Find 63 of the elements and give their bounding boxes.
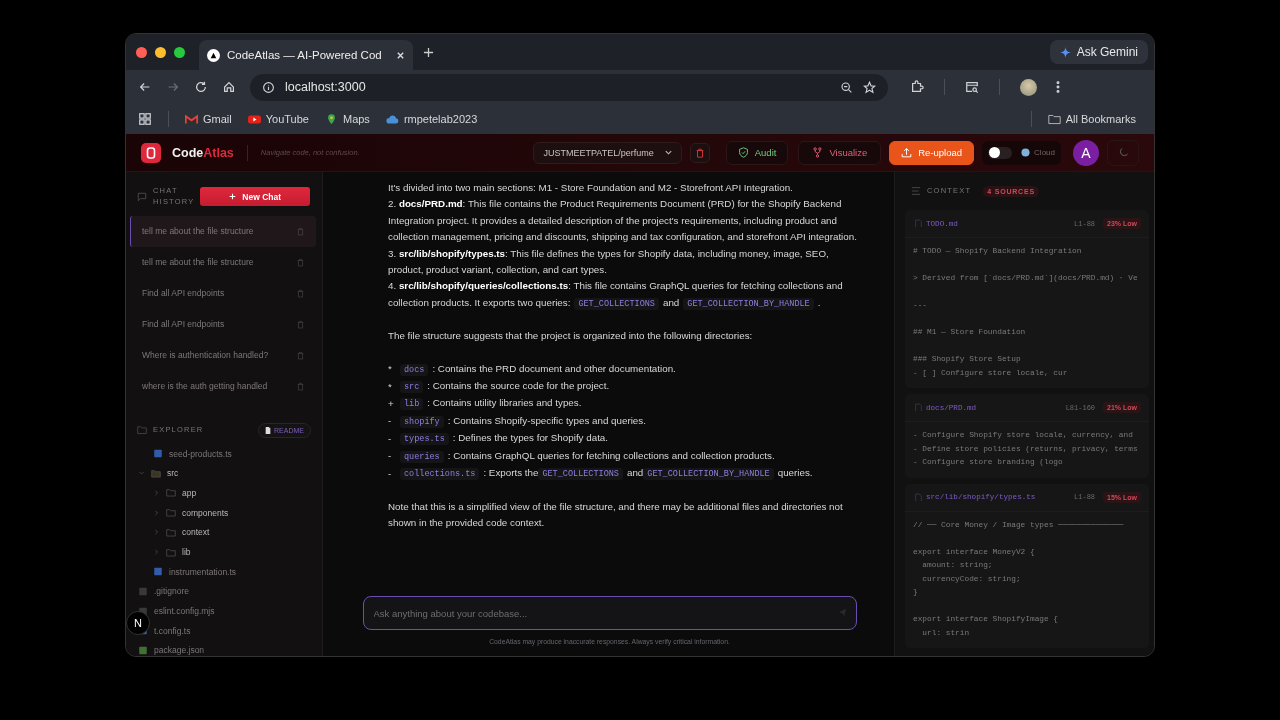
answer-text: shopify : Contains Shopify-specific types and queries.	[400, 412, 646, 431]
dev-badge[interactable]: N	[126, 611, 150, 635]
tree-item[interactable]: eslint.config.mjs	[154, 606, 215, 617]
tree-item[interactable]: src	[167, 468, 179, 479]
chat-item[interactable]: Find all API endpoints	[130, 308, 316, 340]
bookmark[interactable]: YouTube	[247, 113, 309, 125]
chat-title: where is the auth getting handled	[142, 381, 269, 392]
chat-item[interactable]: where is the auth getting handled	[130, 370, 316, 402]
chat-title: Find all API endpoints	[142, 319, 226, 330]
tree-item[interactable]: t.config.ts	[154, 625, 191, 636]
chat-item[interactable]: Where is authentication handled?	[130, 339, 316, 371]
bullet-marker: *	[388, 362, 393, 377]
url-text: localhost:3000	[285, 80, 366, 94]
chat-title: tell me about the file structure	[142, 257, 255, 268]
repo-selector[interactable]: JUSTMEETPATEL/perfume	[532, 141, 682, 164]
answer-text: src : Contains the source code for the project.	[400, 378, 610, 396]
bullet-marker: -	[388, 449, 393, 464]
bullet-marker: +	[388, 396, 395, 411]
bookmark[interactable]: rmpetelab2023	[385, 113, 478, 125]
chat-title: tell me about the file structure	[142, 226, 255, 237]
tree-item[interactable]: instrumentation.ts	[169, 566, 237, 577]
answer-text: 3. src/lib/shopify/types.ts: This file defines the types for Shopify data, including money, image, SEO, product, product variant, collection, and cart types.	[388, 246, 830, 278]
tree-item[interactable]: components	[182, 507, 229, 518]
answer-text: The file structure suggests that the project is organized into the following directories:	[388, 329, 754, 344]
bullet-marker: -	[388, 466, 393, 481]
answer-text: types.ts : Defines the types for Shopify data.	[400, 430, 609, 448]
answer-text: Note that this is a simplified view of the file structure, and there may be additional files and directories not shown in the provided code context.	[388, 499, 844, 530]
chat-input[interactable]: Ask anything about your codebase...	[362, 596, 857, 630]
answer-text: 2. docs/PRD.md: This file contains the Product Requirements Document (PRD) for the Shopify Backend Integration project. It provides a detailed description of the project's requirements, including product and collection management, pricing and discounts, shipping and tax configuration, and storefront API integration.	[388, 197, 858, 245]
brand-name: CodeAtlas	[172, 145, 234, 160]
all-bookmarks-button[interactable]: All Bookmarks	[1047, 113, 1136, 125]
answer-text: 4. src/lib/shopify/queries/collections.ts: This file contains GraphQL queries for fetching collections and collection products. It exports two queries: GET_COLLECTIONS and GET_COLLECTION_BY_HANDLE .	[388, 279, 844, 312]
bookmark[interactable]: Maps	[324, 113, 370, 125]
answer-text: docs : Contains the PRD document and other documentation.	[400, 360, 676, 379]
audit-button[interactable]: Audit	[725, 140, 789, 165]
chat-item[interactable]: Find all API endpoints	[130, 277, 316, 309]
answer-text: queries : Contains GraphQL queries for fetching collections and collection products.	[400, 447, 775, 466]
tab-title: CodeAtlas — AI-Powered Cod	[227, 49, 383, 61]
visualize-button[interactable]: Visualize	[798, 140, 882, 165]
tree-item[interactable]: context	[182, 527, 210, 538]
bullet-marker: *	[388, 379, 393, 394]
bullet-marker: -	[388, 431, 393, 446]
answer-text: collections.ts : Exports the GET_COLLECTIONS and GET_COLLECTION_BY_HANDLE queries.	[400, 465, 813, 483]
answer-text: It's divided into two main sections: M1 - Store Foundation and M2 - Storefront API Integration.	[388, 181, 794, 195]
upload-button[interactable]: Re-upload	[889, 140, 975, 165]
tree-item[interactable]: package.json	[154, 645, 205, 656]
chat-item[interactable]: tell me about the file structure	[130, 246, 316, 278]
ask-gemini-button[interactable]: Ask Gemini	[1049, 40, 1148, 64]
tree-item[interactable]: lib	[182, 547, 191, 558]
bookmark[interactable]: Gmail	[185, 113, 232, 125]
bullet-marker: -	[388, 414, 393, 429]
tree-item[interactable]: app	[182, 487, 197, 498]
chat-item[interactable]: tell me about the file structure	[130, 215, 316, 247]
mode-toggle[interactable]: Cloud	[982, 140, 1061, 165]
tree-item[interactable]: seed-products.ts	[169, 448, 232, 459]
address-bar[interactable]: localhost:3000	[250, 73, 888, 101]
new-chat-button[interactable]: New Chat	[200, 187, 310, 207]
user-avatar[interactable]: A	[1073, 139, 1099, 166]
chat-title: Where is authentication handled?	[142, 350, 270, 361]
answer-text: lib : Contains utility libraries and types.	[400, 395, 582, 413]
tree-item[interactable]: .gitignore	[154, 586, 189, 597]
chat-title: Find all API endpoints	[142, 288, 226, 299]
browser-tab[interactable]: CodeAtlas — AI-Powered Cod	[199, 40, 413, 70]
